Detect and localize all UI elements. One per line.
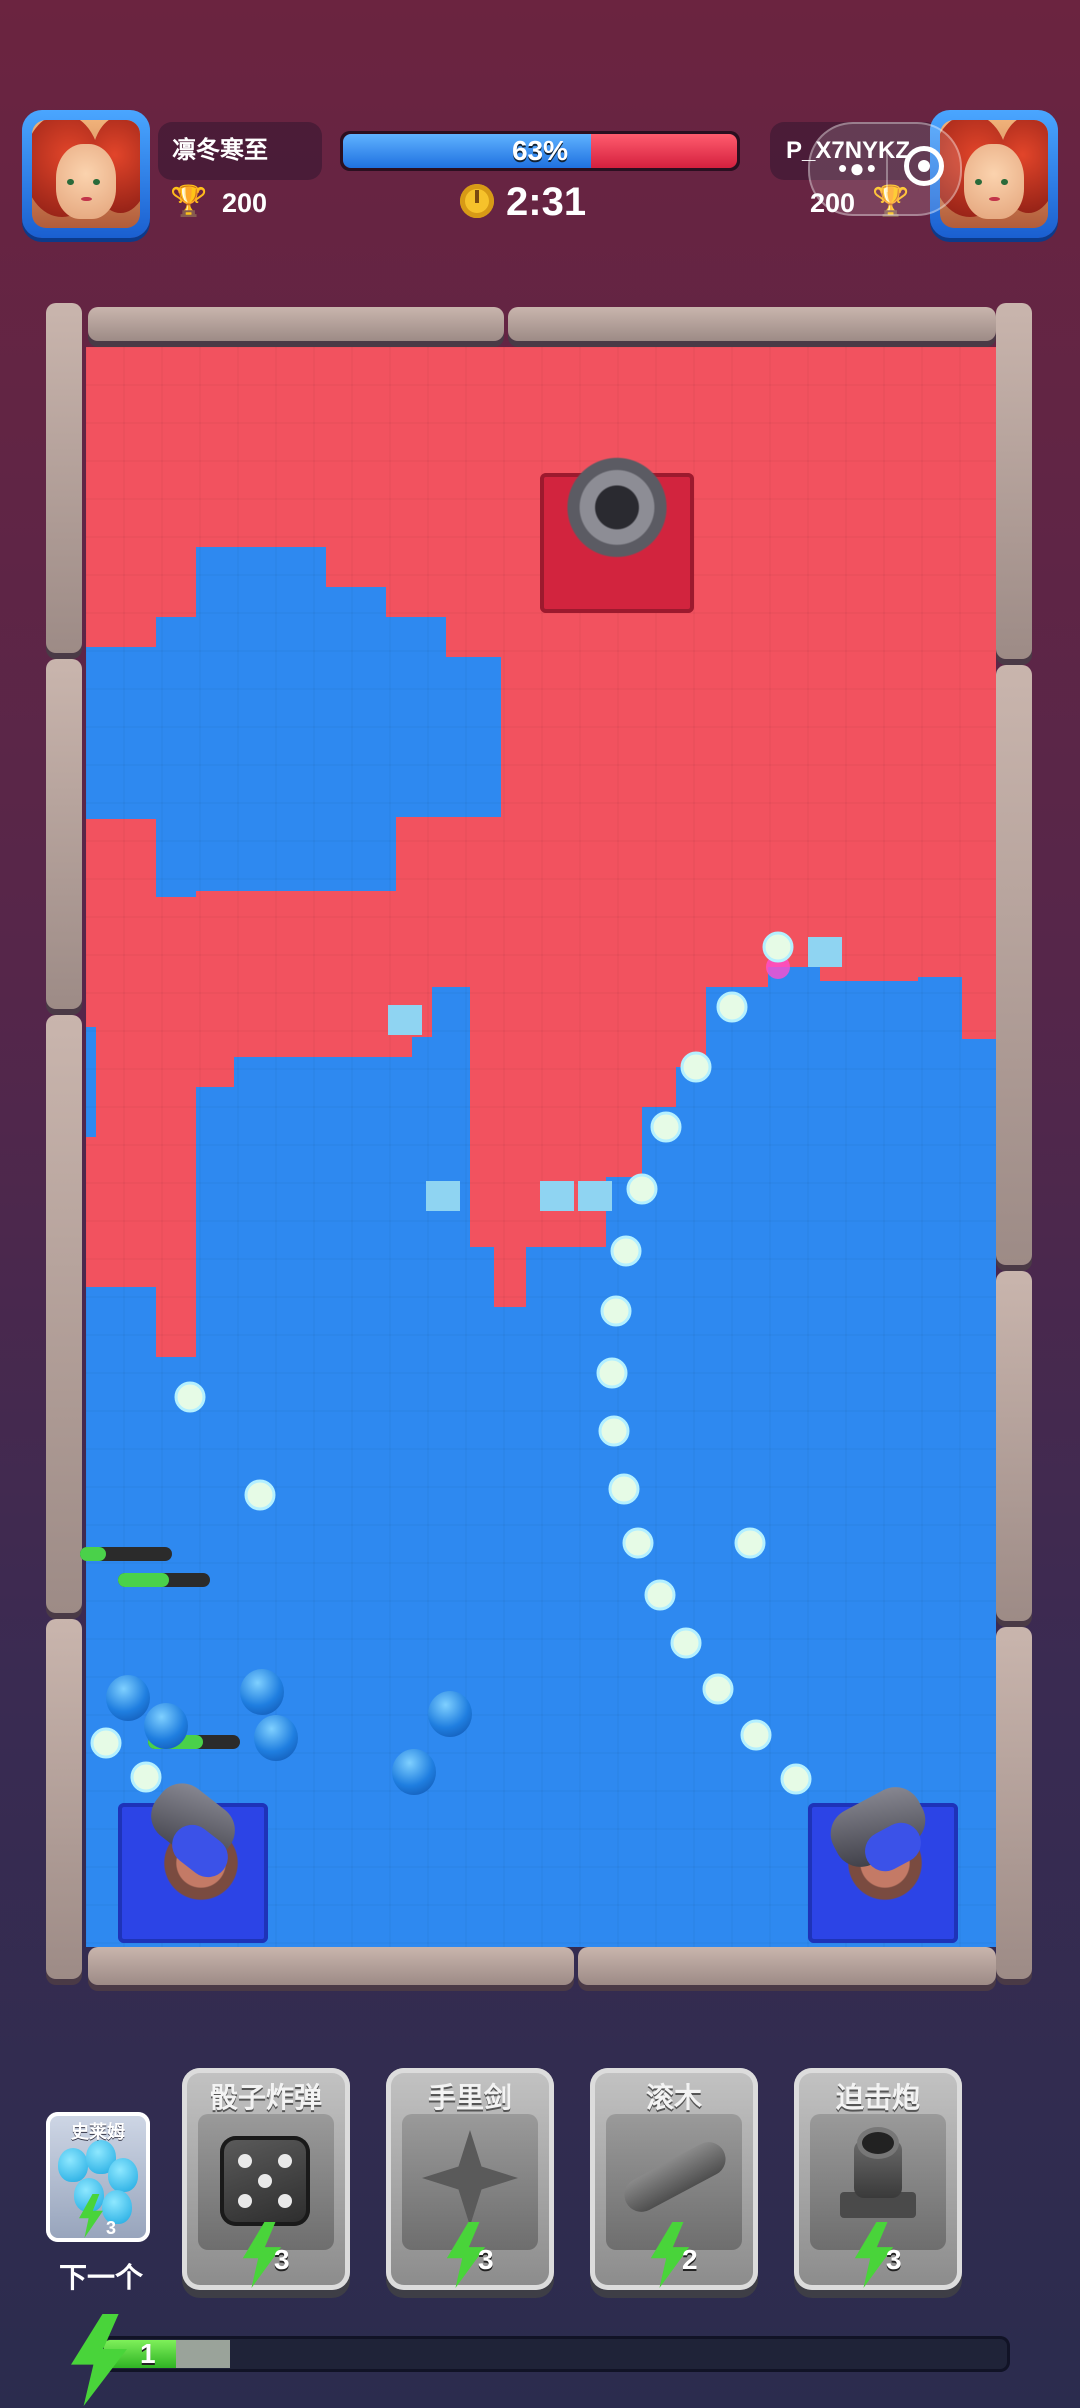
card-cost: 3 [886,2244,902,2275]
top-wall-right [508,307,996,341]
shuriken-icon [422,2130,518,2226]
bottom-wall-left [88,1947,574,1985]
arena[interactable] [46,303,1032,1985]
card-title: 滚木 [645,2082,702,2113]
card-title: 手里剑 [427,2082,512,2113]
player-trophy-icon: 🏆 [170,185,208,218]
right-wall-4 [996,1627,1032,1979]
slime-unit [392,1749,436,1795]
next-label: 下一个 [58,2262,143,2293]
log-icon [618,2136,732,2218]
next-card-preview: 史莱姆 3 [46,2112,150,2242]
left-wall-4 [46,1619,82,1979]
right-wall-2 [996,665,1032,1265]
player-trophies: 200 [222,188,268,218]
close-target-icon[interactable] [904,146,944,186]
slime-icon [108,2158,138,2192]
elixir-bar [100,2336,1010,2372]
top-wall-left [88,307,504,341]
card-rolling-log[interactable]: 滚木 2 [590,2068,758,2290]
right-wall-3 [996,1271,1032,1621]
right-wall-1 [996,303,1032,659]
card-cost: 3 [274,2244,290,2275]
more-icon[interactable]: •●• [838,155,878,181]
card-cost: 2 [682,2244,698,2275]
card-cost: 3 [478,2244,494,2275]
dice-icon [220,2136,310,2226]
player-avatar[interactable] [22,110,150,238]
left-wall-1 [46,303,82,653]
bottom-wall-right [578,1947,996,1985]
territory-percent: 63% [511,135,569,166]
light-tile [578,1181,612,1211]
light-tile [540,1181,574,1211]
card-title: 骰子炸弹 [209,2082,322,2113]
slime-unit [106,1675,150,1721]
mini-program-capsule: •●• [808,122,962,216]
match-timer: 2:31 [506,180,587,224]
territory-progress-bar: 63% [340,131,740,171]
light-tile [808,937,842,967]
player-cannon-right[interactable] [821,1777,946,1909]
left-wall-3 [46,1015,82,1613]
slime-unit [240,1669,284,1715]
elixir-pending [176,2340,231,2368]
slime-unit [144,1703,188,1749]
enemy-cannon [564,457,670,569]
light-tile [426,1181,460,1211]
next-card-cost: 3 [106,2218,117,2238]
player-name: 凛冬寒至 [172,137,268,164]
elixir-count: 1 [140,2338,156,2369]
player-cannon-left[interactable] [136,1772,258,1909]
slime-unit [428,1691,472,1737]
card-title: 迫击炮 [835,2082,920,2113]
left-wall-2 [46,659,82,1009]
stopwatch-icon [460,184,494,218]
card-dice-bomb[interactable]: 骰子炸弹 3 [182,2068,350,2290]
card-mortar[interactable]: 迫击炮 3 [794,2068,962,2290]
unit-health-bar [118,1573,210,1587]
mortar-icon [840,2132,916,2222]
light-tile [388,1005,422,1035]
player-name-pill: 凛冬寒至 [158,122,322,180]
slime-icon [58,2148,88,2182]
card-shuriken[interactable]: 手里剑 3 [386,2068,554,2290]
slime-unit [254,1715,298,1761]
unit-health-bar [80,1547,172,1561]
